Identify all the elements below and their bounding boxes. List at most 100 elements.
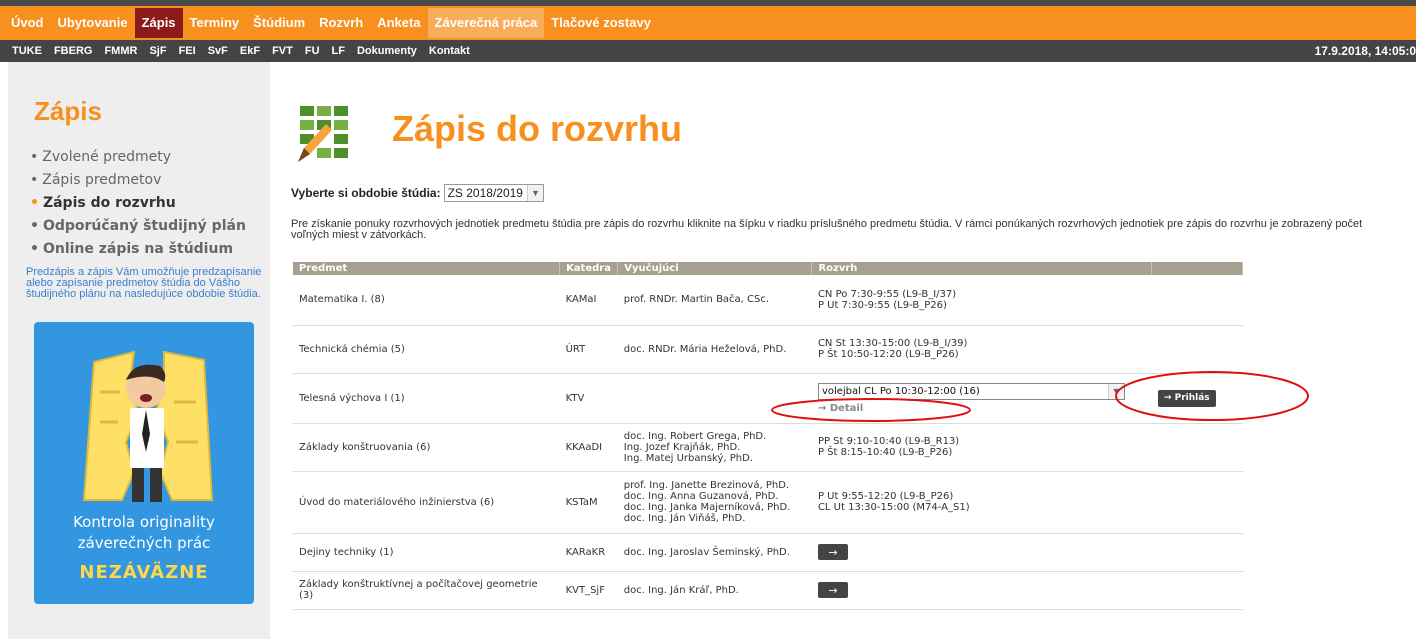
cell-teacher: doc. Ing. Robert Grega, PhD. Ing. Jozef … — [617, 423, 812, 472]
subnav-sjf[interactable]: SjF — [143, 45, 172, 57]
subnav-lf[interactable]: LF — [326, 45, 351, 57]
student-illustration-icon — [82, 350, 214, 502]
sidebar-item-odporucany-plan[interactable]: • Odporúčaný študijný plán — [30, 215, 246, 238]
sidebar-item-zvolene-predmety[interactable]: • Zvolené predmety — [30, 146, 246, 169]
schedule-unit-select[interactable]: volejbal CL Po 10:30-12:00 (16) ▼ — [817, 382, 1125, 400]
expand-offer-button[interactable]: → — [817, 544, 848, 560]
cell-subject: Základy konštruovania (6) — [293, 423, 560, 472]
faculty-nav: TUKE FBERG FMMR SjF FEI SvF EkF FVT FU L… — [0, 40, 1416, 62]
period-selector-row: Vyberte si obdobie štúdia: ZS 2018/2019 … — [291, 184, 544, 202]
cell-schedule: → — [811, 571, 1152, 610]
cell-dept: KAMaI — [559, 275, 618, 326]
subnav-svf[interactable]: SvF — [202, 45, 234, 57]
chevron-down-icon: ▼ — [526, 185, 543, 201]
cell-action — [1151, 423, 1243, 472]
nav-uvod[interactable]: Úvod — [4, 8, 51, 38]
cell-action: → Prihlás — [1151, 373, 1243, 424]
teacher-line: doc. Ing. Anna Guzanová, PhD. — [623, 491, 779, 502]
page-title: Zápis do rozvrhu — [392, 108, 683, 149]
schedule-line: P Št 10:50-12:20 (L9-B_P26) — [817, 349, 959, 360]
sidebar-item-label: Zvolené predmety — [42, 149, 172, 165]
table-row: Dejiny techniky (1) KARaKR doc. Ing. Jar… — [293, 533, 1243, 572]
banner-cta: NEZÁVÄZNE — [79, 562, 209, 583]
schedule-line: P Ut 7:30-9:55 (L9-B_P26) — [817, 299, 947, 311]
nav-rozvrh[interactable]: Rozvrh — [312, 8, 370, 38]
subnav-ekf[interactable]: EkF — [234, 45, 266, 57]
cell-action — [1151, 571, 1243, 610]
originality-banner[interactable]: Kontrola originality záverečných prác NE… — [34, 322, 254, 604]
sidebar-item-online-zapis[interactable]: • Online zápis na štúdium — [30, 238, 246, 261]
sidebar-item-label: Odporúčaný študijný plán — [42, 218, 246, 234]
table-row: Základy konštruovania (6) KKAaDI doc. In… — [293, 423, 1243, 472]
login-button[interactable]: → Prihlás — [1157, 389, 1216, 407]
bullet-icon: • — [30, 172, 39, 188]
bullet-icon: • — [30, 195, 39, 211]
schedule-table: Predmet Katedra Vyučujúci Rozvrh Matemat… — [293, 262, 1243, 610]
sidebar-menu: • Zvolené predmety • Zápis predmetov • Zápi… — [30, 146, 246, 261]
nav-zaverecna-praca[interactable]: Záverečná práca — [427, 8, 545, 38]
sidebar-item-zapis-do-rozvrhu[interactable]: • Zápis do rozvrhu — [30, 192, 246, 215]
cell-teacher: doc. RNDr. Mária Heželová, PhD. — [617, 325, 812, 374]
col-header-katedra: Katedra — [559, 262, 619, 275]
cell-dept: KKAaDI — [559, 423, 618, 472]
sidebar-item-zapis-predmetov[interactable]: • Zápis predmetov — [30, 169, 246, 192]
subnav-tuke[interactable]: TUKE — [6, 45, 48, 57]
subnav-dokumenty[interactable]: Dokumenty — [351, 45, 423, 57]
cell-dept: KVT_SjF — [559, 571, 618, 610]
schedule-line: P Ut 9:55-12:20 (L9-B_P26) — [817, 491, 954, 502]
subnav-fberg[interactable]: FBERG — [48, 45, 99, 57]
nav-zapis[interactable]: Zápis — [134, 8, 183, 38]
cell-schedule: P Ut 9:55-12:20 (L9-B_P26) CL Ut 13:30-1… — [811, 471, 1152, 534]
table-row: Matematika I. (8) KAMaI prof. RNDr. Mart… — [293, 275, 1243, 326]
cell-teacher: prof. RNDr. Martin Bača, CSc. — [617, 275, 812, 326]
nav-studium[interactable]: Štúdium — [246, 8, 312, 38]
chevron-down-icon: ▼ — [1107, 383, 1124, 399]
cell-subject: Základy konštruktívnej a počítačovej geo… — [293, 571, 560, 610]
table-row: Technická chémia (5) ÚRT doc. RNDr. Mári… — [293, 325, 1243, 374]
cell-subject: Dejiny techniky (1) — [293, 533, 560, 572]
bullet-icon: • — [30, 149, 39, 165]
period-select[interactable]: ZS 2018/2019 ▼ — [443, 184, 544, 202]
banner-text-line-2: záverečných prác — [77, 534, 211, 552]
period-label: Vyberte si obdobie štúdia: — [291, 186, 441, 200]
teacher-line: Ing. Jozef Krajňák, PhD. — [623, 441, 741, 453]
subnav-kontakt[interactable]: Kontakt — [423, 45, 476, 57]
nav-ubytovanie[interactable]: Ubytovanie — [51, 8, 135, 38]
cell-schedule: PP St 9:10-10:40 (L9-B_R13) P Št 8:15-10… — [811, 423, 1152, 472]
teacher-line: doc. Ing. Ján Viňáš, PhD. — [623, 513, 746, 524]
sidebar-note: Predzápis a zápis Vám umožňuje predzapís… — [26, 266, 262, 300]
detail-link[interactable]: → Detail — [818, 403, 863, 414]
cell-teacher: doc. Ing. Jaroslav Šeminský, PhD. — [617, 533, 812, 572]
table-row: Telesná výchova I (1) KTV volejbal CL Po… — [293, 373, 1243, 424]
subnav-fmmr[interactable]: FMMR — [98, 45, 143, 57]
sidebar-title: Zápis — [34, 96, 102, 126]
right-arrow-icon: → — [828, 583, 838, 597]
subnav-fu[interactable]: FU — [299, 45, 326, 57]
schedule-line: CN Po 7:30-9:55 (L9-B_I/37) — [817, 288, 957, 300]
col-header-rozvrh: Rozvrh — [811, 262, 1153, 275]
nav-anketa[interactable]: Anketa — [370, 8, 427, 38]
banner-text-line-1: Kontrola originality — [73, 513, 215, 531]
col-header-action — [1151, 262, 1243, 275]
teacher-line: doc. Ing. Robert Grega, PhD. — [623, 430, 767, 442]
expand-offer-button[interactable]: → — [817, 582, 848, 598]
subnav-fei[interactable]: FEI — [173, 45, 202, 57]
login-label: Prihlás — [1174, 392, 1210, 403]
bullet-icon: • — [30, 241, 39, 257]
cell-subject: Telesná výchova I (1) — [293, 373, 560, 424]
cell-subject: Matematika I. (8) — [293, 275, 560, 326]
cell-teacher — [617, 373, 812, 424]
nav-tlacove-zostavy[interactable]: Tlačové zostavy — [544, 8, 658, 38]
right-arrow-icon: → — [828, 545, 838, 559]
checklist-pencil-icon — [296, 104, 356, 164]
cell-dept: KTV — [559, 373, 618, 424]
cell-schedule: CN St 13:30-15:00 (L9-B_I/39) P Št 10:50… — [811, 325, 1152, 374]
small-arrow-icon: → — [817, 402, 830, 414]
subnav-fvt[interactable]: FVT — [266, 45, 299, 57]
cell-subject: Úvod do materiálového inžinierstva (6) — [293, 471, 560, 534]
schedule-line: CL Ut 13:30-15:00 (M74-A_S1) — [817, 502, 970, 513]
col-header-predmet: Predmet — [293, 262, 561, 275]
nav-terminy[interactable]: Terminy — [183, 8, 247, 38]
cell-dept: KARaKR — [559, 533, 618, 572]
main-nav: Úvod Ubytovanie Zápis Terminy Štúdium Ro… — [0, 6, 1416, 40]
